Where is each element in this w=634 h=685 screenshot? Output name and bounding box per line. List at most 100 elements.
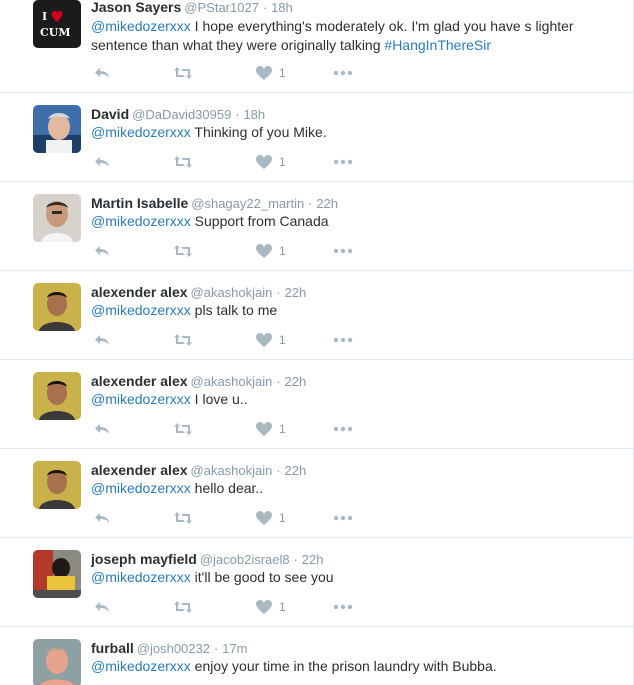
reply-icon[interactable] (93, 154, 111, 170)
mention-link[interactable]: @mikedozerxxx (91, 480, 191, 496)
timestamp[interactable]: 22h (285, 463, 307, 478)
avatar[interactable] (33, 461, 81, 509)
heart-icon[interactable] (255, 243, 273, 259)
user-handle[interactable]: @DaDavid30959 (132, 107, 231, 122)
mention-link[interactable]: @mikedozerxxx (91, 391, 191, 407)
more-dots-icon[interactable] (333, 65, 353, 81)
more-dots-icon[interactable] (333, 154, 353, 170)
retweet-icon[interactable] (173, 65, 193, 81)
separator: · (235, 107, 240, 122)
timestamp[interactable]: 22h (302, 552, 324, 567)
tweet-actions: 1 (91, 332, 371, 348)
avatar[interactable] (33, 372, 81, 420)
user-fullname[interactable]: Martin Isabelle (91, 195, 188, 211)
user-handle[interactable]: @akashokjain (191, 374, 273, 389)
heart-icon[interactable] (255, 154, 273, 170)
tweet-text: @mikedozerxxx I hope everything's modera… (91, 17, 611, 55)
tweet-body: Support from Canada (190, 213, 329, 229)
tweet-body: hello dear.. (190, 480, 264, 496)
tweet-body: enjoy your time in the prison laundry wi… (190, 658, 497, 674)
timestamp[interactable]: 22h (316, 196, 338, 211)
retweet-icon[interactable] (173, 421, 193, 437)
like-count: 1 (279, 155, 286, 169)
separator: · (308, 196, 313, 211)
user-handle[interactable]: @shagay22_martin (191, 196, 304, 211)
reply-icon[interactable] (93, 421, 111, 437)
user-fullname[interactable]: joseph mayfield (91, 551, 197, 567)
avatar[interactable] (33, 550, 81, 598)
mention-link[interactable]: @mikedozerxxx (91, 658, 191, 674)
mention-link[interactable]: @mikedozerxxx (91, 302, 191, 318)
user-fullname[interactable]: Jason Sayers (91, 0, 181, 15)
tweet-body: it'll be good to see you (190, 569, 334, 585)
user-fullname[interactable]: alexender alex (91, 373, 188, 389)
more-dots-icon[interactable] (333, 243, 353, 259)
mention-link[interactable]: @mikedozerxxx (91, 124, 191, 140)
user-handle[interactable]: @PStar1027 (184, 0, 259, 15)
avatar[interactable] (33, 105, 81, 153)
like-count: 1 (279, 333, 286, 347)
retweet-icon[interactable] (173, 154, 193, 170)
timestamp[interactable]: 17m (222, 641, 247, 656)
user-handle[interactable]: @josh00232 (137, 641, 210, 656)
more-dots-icon[interactable] (333, 421, 353, 437)
timestamp[interactable]: 22h (285, 285, 307, 300)
more-dots-icon[interactable] (333, 332, 353, 348)
tweet[interactable]: furball @josh00232 · 17m @mikedozerxxx en… (0, 627, 633, 685)
heart-icon[interactable] (255, 421, 273, 437)
retweet-icon[interactable] (173, 599, 193, 615)
tweet-text: @mikedozerxxx hello dear.. (91, 479, 611, 498)
tweet-body: Thinking of you Mike. (190, 124, 327, 140)
more-dots-icon[interactable] (333, 510, 353, 526)
tweet[interactable]: alexender alex @akashokjain · 22h @mikedo… (0, 360, 633, 449)
separator: · (276, 374, 281, 389)
tweet-text: @mikedozerxxx it'll be good to see you (91, 568, 611, 587)
timestamp[interactable]: 22h (285, 374, 307, 389)
tweet-actions: 1 (91, 243, 371, 259)
reply-icon[interactable] (93, 599, 111, 615)
hashtag-link[interactable]: #HangInThereSir (384, 37, 491, 53)
user-fullname[interactable]: David (91, 106, 129, 122)
tweet[interactable]: I CUM Jason Sayers @PStar1027 · 18h @mike… (0, 0, 633, 93)
tweet[interactable]: Martin Isabelle @shagay22_martin · 22h @m… (0, 182, 633, 271)
user-fullname[interactable]: furball (91, 640, 134, 656)
mention-link[interactable]: @mikedozerxxx (91, 569, 191, 585)
avatar[interactable] (33, 639, 81, 685)
tweet[interactable]: joseph mayfield @jacob2israel8 · 22h @mik… (0, 538, 633, 627)
heart-icon[interactable] (255, 510, 273, 526)
avatar[interactable] (33, 283, 81, 331)
more-dots-icon[interactable] (333, 599, 353, 615)
heart-icon[interactable] (255, 332, 273, 348)
svg-text:CUM: CUM (40, 26, 71, 39)
like-count: 1 (279, 600, 286, 614)
heart-icon[interactable] (255, 599, 273, 615)
tweet-body: pls talk to me (190, 302, 278, 318)
user-fullname[interactable]: alexender alex (91, 284, 188, 300)
user-handle[interactable]: @akashokjain (191, 463, 273, 478)
tweet[interactable]: alexender alex @akashokjain · 22h @mikedo… (0, 271, 633, 360)
like-count: 1 (279, 66, 286, 80)
separator: · (276, 463, 281, 478)
user-handle[interactable]: @jacob2israel8 (200, 552, 290, 567)
avatar[interactable]: I CUM (33, 0, 81, 48)
reply-icon[interactable] (93, 510, 111, 526)
retweet-icon[interactable] (173, 510, 193, 526)
retweet-icon[interactable] (173, 243, 193, 259)
heart-icon[interactable] (255, 65, 273, 81)
separator: · (276, 285, 281, 300)
tweet-text: @mikedozerxxx Support from Canada (91, 212, 611, 231)
mention-link[interactable]: @mikedozerxxx (91, 18, 191, 34)
mention-link[interactable]: @mikedozerxxx (91, 213, 191, 229)
tweet-text: @mikedozerxxx I love u.. (91, 390, 611, 409)
reply-icon[interactable] (93, 65, 111, 81)
user-handle[interactable]: @akashokjain (191, 285, 273, 300)
tweet[interactable]: alexender alex @akashokjain · 22h @mikedo… (0, 449, 633, 538)
user-fullname[interactable]: alexender alex (91, 462, 188, 478)
reply-icon[interactable] (93, 332, 111, 348)
timestamp[interactable]: 18h (243, 107, 265, 122)
avatar[interactable] (33, 194, 81, 242)
timestamp[interactable]: 18h (271, 0, 293, 15)
retweet-icon[interactable] (173, 332, 193, 348)
tweet[interactable]: David @DaDavid30959 · 18h @mikedozerxxx T… (0, 93, 633, 182)
reply-icon[interactable] (93, 243, 111, 259)
